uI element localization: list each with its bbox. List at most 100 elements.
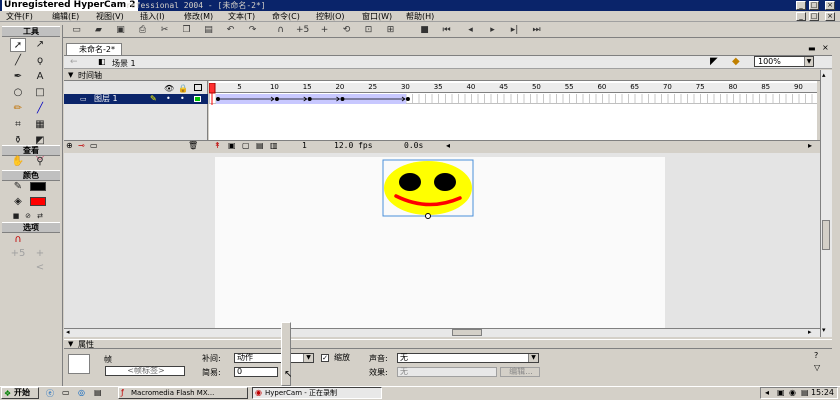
delete-layer-icon[interactable]: 🗑 [188,141,198,150]
save-icon[interactable]: ▣ [114,24,127,36]
add-guide-icon[interactable]: ⊸ [78,141,85,150]
fill-transform-tool-icon[interactable]: ▦ [32,118,48,132]
taskbar-flash[interactable]: ƒ Macromedia Flash MX... [118,387,248,399]
timeline-label[interactable]: 时间轴 [78,70,102,81]
frame-rate[interactable]: 12.0 fps [334,141,373,151]
swap-colors-icon[interactable]: ⇄ [32,209,48,223]
eye-icon[interactable]: 👁 [164,84,174,93]
start-button[interactable]: ❖ 开始 [1,387,39,399]
scale-icon[interactable]: ⊡ [362,24,375,36]
doc-close-button[interactable]: × [825,12,835,21]
center-frame-icon[interactable]: ↟ [214,141,221,150]
lasso-tool-icon[interactable]: ϙ [32,54,48,68]
play-icon[interactable]: ▸ [486,24,499,36]
help-icon[interactable]: ? [814,351,818,360]
outline-icon[interactable] [194,84,202,91]
document-tab[interactable]: 未命名-2* [66,43,122,55]
chevron-down-icon[interactable]: ▼ [528,354,538,362]
minimize-button[interactable]: _ [796,1,806,10]
quicklaunch-explorer-icon[interactable]: ▭ [62,388,70,397]
tray-icon[interactable]: ◉ [789,388,796,398]
straighten-option-icon[interactable]: +< [32,247,48,273]
quicklaunch-ie-icon[interactable]: ⓔ [46,388,54,399]
menu-modify[interactable]: 修改(M) [184,11,213,22]
scrollbar-thumb[interactable] [452,329,482,336]
tween-select[interactable]: 动作 [234,353,314,363]
collapse-arrow-icon[interactable]: ▼ [68,71,73,79]
menu-file[interactable]: 文件(F) [6,11,33,22]
chevron-down-icon[interactable]: ▼ [303,354,313,362]
menu-help[interactable]: 帮助(H) [406,11,434,22]
menu-window[interactable]: 窗口(W) [362,11,392,22]
layer-row[interactable]: ▭ 图层 1 ✎ • • [64,94,208,104]
visible-dot-icon[interactable]: • [166,94,171,103]
line-tool-icon[interactable]: ╱ [10,54,26,68]
tray-icon[interactable]: ◂ [765,388,769,398]
magnet-icon[interactable]: ∩ [274,24,287,36]
menu-commands[interactable]: 命令(C) [272,11,300,22]
menu-edit[interactable]: 编辑(E) [52,11,79,22]
smiley-face[interactable] [384,161,472,215]
new-file-icon[interactable]: ▭ [70,24,83,36]
pencil-tool-icon[interactable]: ✏ [10,102,26,116]
rectangle-tool-icon[interactable]: □ [32,86,48,100]
edit-symbol-icon[interactable]: ◆ [732,56,740,67]
layer-name[interactable]: 图层 1 [94,94,118,104]
horizontal-scrollbar[interactable]: ◂ ▸ [64,328,820,337]
open-folder-icon[interactable]: ▰ [92,24,105,36]
ease-input[interactable]: 0 [234,367,278,377]
paste-icon[interactable]: ▤ [202,24,215,36]
redo-icon[interactable]: ↷ [246,24,259,36]
menu-control[interactable]: 控制(O) [316,11,345,22]
onion-markers-icon[interactable]: ▥ [270,141,278,150]
layer-color-swatch[interactable] [194,96,201,102]
smooth-option-icon[interactable]: +5 [10,247,26,261]
add-folder-icon[interactable]: ▭ [90,141,98,150]
scroll-left-icon[interactable]: ◂ [66,328,70,336]
scroll-left-icon[interactable]: ◂ [446,141,450,150]
hand-tool-icon[interactable]: ✋ [10,155,26,169]
text-tool-icon[interactable]: A [32,70,48,84]
copy-icon[interactable]: ❐ [180,24,193,36]
taskbar-hypercam[interactable]: ◉ HyperCam - 正在录制 [252,387,382,399]
unlocked-dot-icon[interactable]: • [180,94,185,103]
edit-sound-button[interactable]: 编辑... [500,367,540,377]
zoom-select[interactable]: 100% ▼ [754,56,814,67]
scrollbar-thumb[interactable] [822,220,830,250]
tray-icon[interactable]: ▤ [801,388,809,398]
frame-label-field[interactable]: <帧标签> [105,366,185,376]
scroll-right-icon[interactable]: ▸ [808,141,812,150]
stroke-color-swatch[interactable] [30,182,46,191]
step-forward-icon[interactable]: ▸| [508,24,521,36]
undo-icon[interactable]: ↶ [224,24,237,36]
left-eye[interactable] [399,173,421,191]
align-icon[interactable]: ⊞ [384,24,397,36]
free-transform-tool-icon[interactable]: ⌗ [10,118,26,132]
maximize-button[interactable]: □ [809,1,819,10]
onion-skin-icon[interactable]: ▣ [228,141,236,150]
quicklaunch-media-icon[interactable]: ◎ [78,388,85,397]
straighten-icon[interactable]: +< [318,24,331,47]
rotate-icon[interactable]: ⟲ [340,24,353,36]
panel-collapse-icon[interactable]: ▬ [808,44,816,53]
add-layer-icon[interactable]: ⊕ [66,141,73,150]
lock-icon[interactable]: 🔒 [178,84,188,93]
pen-tool-icon[interactable]: ✒ [10,70,26,84]
doc-minimize-button[interactable]: _ [796,12,806,21]
scroll-right-icon[interactable]: ▸ [808,328,812,336]
menu-view[interactable]: 视图(V) [96,11,124,22]
onion-outline-icon[interactable]: ▢ [242,141,250,150]
chevron-down-icon[interactable]: ▼ [804,57,813,66]
quicklaunch-desktop-icon[interactable]: ▤ [94,388,102,397]
fill-color-swatch[interactable] [30,197,46,206]
transform-point[interactable] [425,213,431,219]
cut-icon[interactable]: ✂ [158,24,171,36]
effect-select[interactable]: 无 [397,367,497,377]
right-eye[interactable] [434,173,456,191]
oval-tool-icon[interactable]: ○ [10,86,26,100]
collapse-arrow-icon[interactable]: ▼ [68,340,73,348]
subselect-tool-icon[interactable]: ↗ [32,38,48,52]
vertical-scrollbar[interactable]: ▴ ▾ [820,70,832,337]
snap-magnet-icon[interactable]: ∩ [10,233,26,247]
stop-icon[interactable]: ■ [418,24,431,36]
